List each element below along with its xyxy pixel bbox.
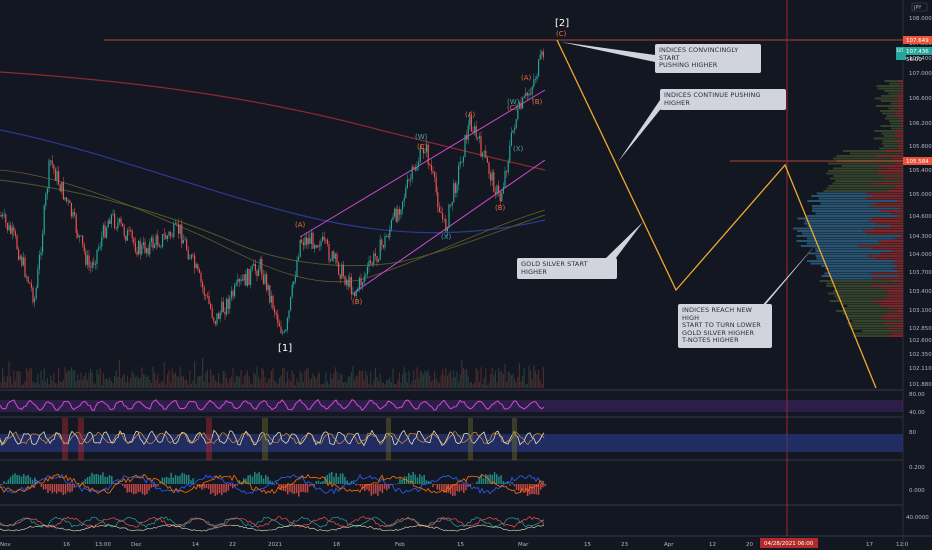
wave-label-x1: (X) bbox=[441, 233, 452, 241]
wave-label-a3: (A) bbox=[521, 74, 532, 82]
price-axis-label: 104.000 bbox=[909, 252, 932, 258]
time-axis-label: 17 bbox=[866, 542, 873, 548]
wave-label-c-top: (C) bbox=[556, 30, 567, 38]
wave-label-b2: (B) bbox=[495, 204, 506, 212]
wave-label-b3: (B) bbox=[532, 98, 543, 106]
time-axis-label: 15 bbox=[457, 542, 464, 548]
macd-axis-zero: 0.000 bbox=[909, 488, 925, 494]
wave-label-c1: (C) bbox=[417, 143, 428, 151]
wave-label-b1: (B) bbox=[352, 298, 363, 306]
time-axis-label: Apr bbox=[664, 542, 674, 548]
rsi-band bbox=[0, 400, 903, 412]
time-axis-label: 2021 bbox=[268, 542, 282, 548]
price-axis-label: 102.600 bbox=[909, 338, 932, 344]
time-axis-label: 16 bbox=[63, 542, 70, 548]
time-axis-label: 12:0 bbox=[896, 542, 909, 548]
callout-gold-silver-higher[interactable]: GOLD SILVER START HIGHER bbox=[517, 258, 617, 279]
time-axis-label: Feb bbox=[395, 542, 405, 548]
price-axis-label: 103.700 bbox=[909, 270, 932, 276]
wave-label-a1: (A) bbox=[295, 221, 306, 229]
rsi-axis-80: 80.00 bbox=[909, 392, 925, 398]
price-axis-label: 105.000 bbox=[909, 192, 932, 198]
time-axis-label: 13:00 bbox=[95, 542, 111, 548]
wave-label-x2: (X) bbox=[513, 145, 524, 153]
date-tag-text: 04/28/2021 06:00 bbox=[764, 541, 814, 547]
callout-indices-start-higher[interactable]: INDICES CONVINCINGLY START PUSHING HIGHE… bbox=[655, 44, 761, 73]
chart-background bbox=[0, 0, 932, 550]
price-axis-label: 104.600 bbox=[909, 214, 932, 220]
wave-label-2: [2] bbox=[555, 18, 569, 29]
price-axis-label: 103.400 bbox=[909, 289, 932, 295]
price-tag-countdown: 56:00 bbox=[906, 57, 922, 63]
trading-chart[interactable]: [2] [1] (C) (A) (B) (C) (W) (X) (A) (B) … bbox=[0, 0, 932, 550]
time-axis-label: 20 bbox=[746, 542, 753, 548]
price-axis-label: 107.000 bbox=[909, 71, 932, 77]
time-axis-label: 22 bbox=[229, 542, 236, 548]
wave-label-a2: (A) bbox=[465, 111, 476, 119]
time-axis-label: 18 bbox=[333, 542, 340, 548]
time-axis-label: 23 bbox=[621, 542, 628, 548]
price-axis-label: 105.800 bbox=[909, 144, 932, 150]
price-tag-top-text: 107.649 bbox=[906, 38, 929, 44]
callout-indices-continue-higher[interactable]: INDICES CONTINUE PUSHING HIGHER bbox=[660, 89, 786, 110]
time-axis-label: 15 bbox=[584, 542, 591, 548]
price-axis-label: 102.850 bbox=[909, 326, 932, 332]
time-axis-label: 14 bbox=[192, 542, 199, 548]
rsi-axis-40: 40.00 bbox=[909, 410, 925, 416]
wave-label-w2: (W) bbox=[507, 98, 520, 106]
price-axis-label: 106.600 bbox=[909, 96, 932, 102]
callout-indices-new-high[interactable]: INDICES REACH NEW HIGH START TO TURN LOW… bbox=[678, 304, 772, 348]
currency-label: JPY bbox=[913, 5, 922, 11]
price-axis-label: 106.200 bbox=[909, 121, 932, 127]
time-axis-label: Nov bbox=[0, 542, 11, 548]
price-tag-mid-text: 105.584 bbox=[906, 159, 929, 165]
price-axis-label: 101.880 bbox=[909, 382, 932, 388]
time-axis-label: 12 bbox=[709, 542, 716, 548]
wave-label-w1: (W) bbox=[415, 133, 428, 141]
wave-label-1: [1] bbox=[278, 343, 292, 354]
macd-axis-top: 0.200 bbox=[909, 465, 925, 471]
price-axis-label: 104.300 bbox=[909, 234, 932, 240]
stoch-axis-80: 80 bbox=[909, 430, 916, 436]
price-tag-current-text: 107.436 bbox=[906, 49, 929, 55]
price-axis-label: 105.400 bbox=[909, 168, 932, 174]
price-axis-label: 102.110 bbox=[909, 366, 932, 372]
dmi-axis: 40.0000 bbox=[906, 515, 929, 521]
price-axis-label: 108.000 bbox=[909, 16, 932, 22]
time-axis-label: Dec bbox=[131, 542, 142, 548]
price-axis-label: 102.350 bbox=[909, 352, 932, 358]
time-axis-label: Mar bbox=[518, 542, 529, 548]
price-axis-label: 103.100 bbox=[909, 308, 932, 314]
